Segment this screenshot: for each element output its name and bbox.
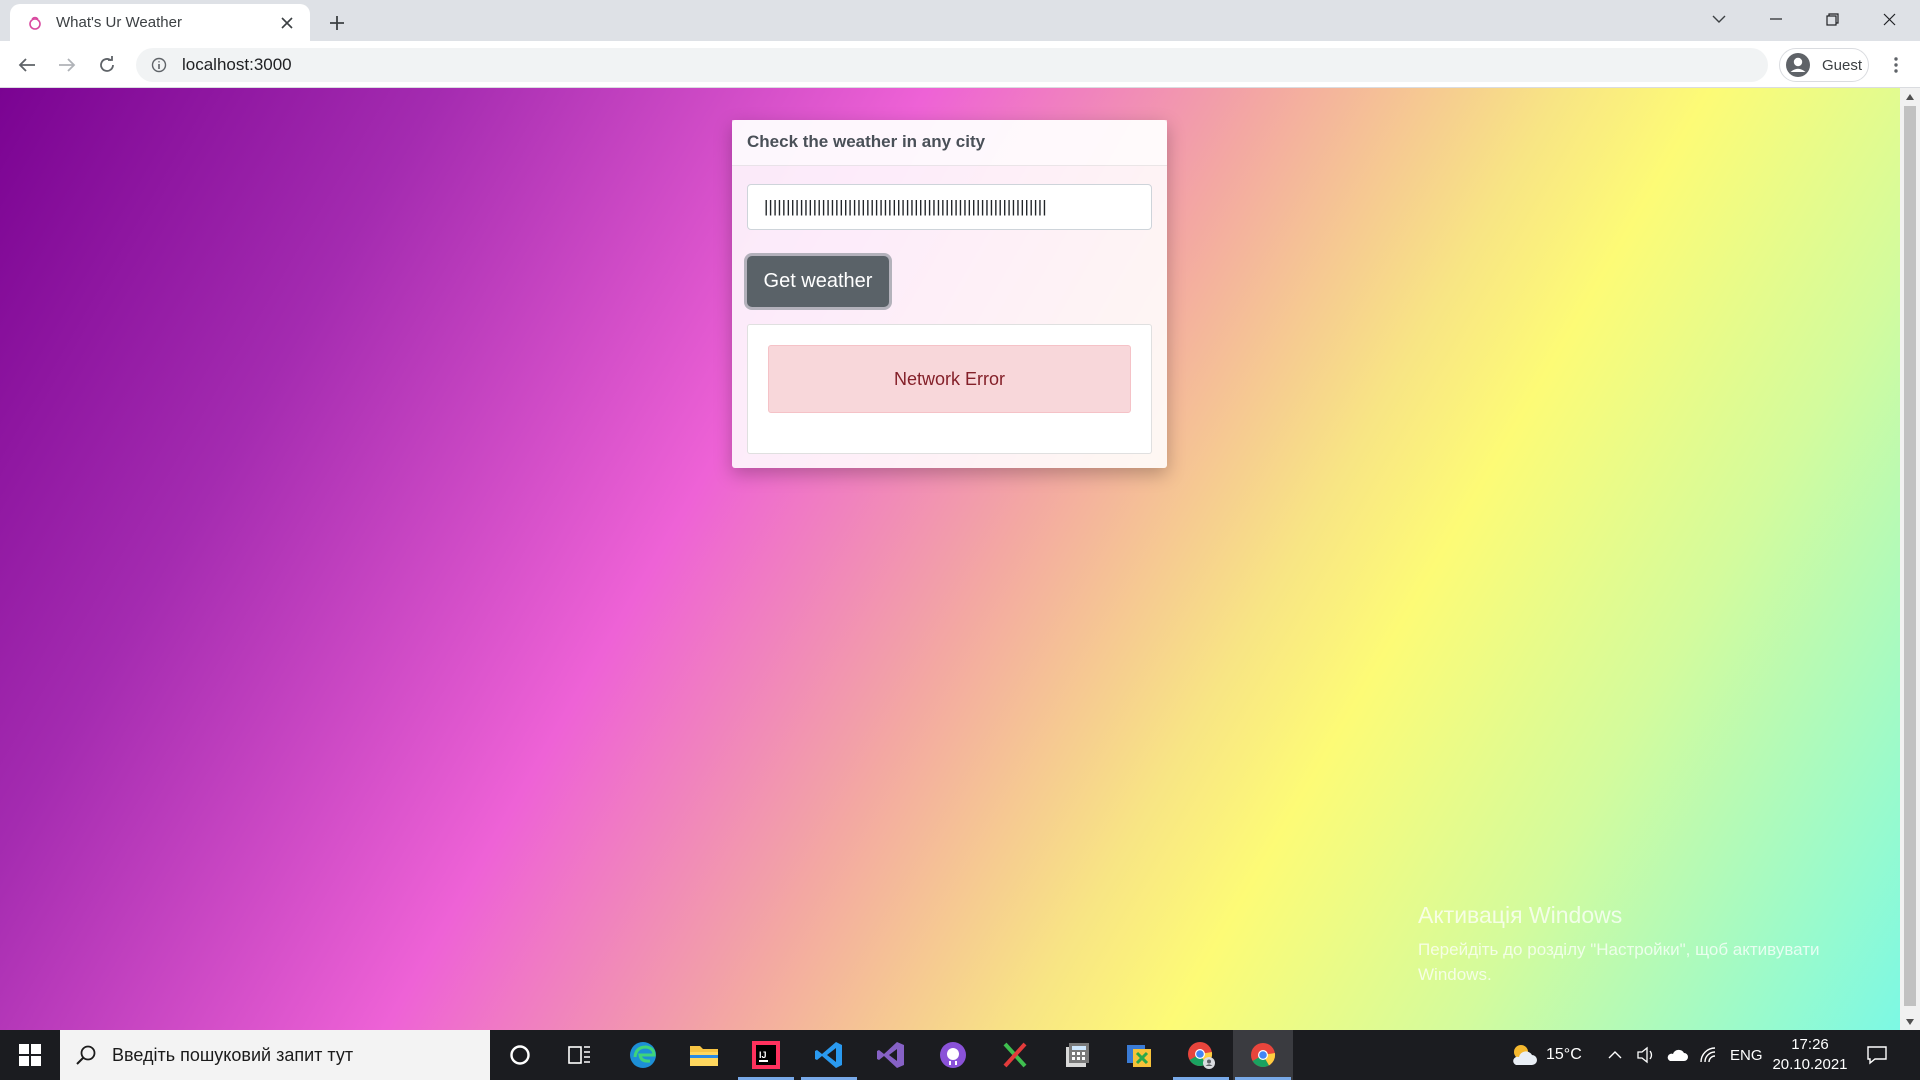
error-alert: Network Error — [768, 345, 1131, 413]
taskbar-search[interactable]: Введіть пошуковий запит тут — [60, 1030, 490, 1080]
minimize-button[interactable] — [1747, 0, 1804, 38]
tab-close-icon[interactable] — [276, 12, 298, 34]
task-view-icon[interactable] — [550, 1030, 610, 1080]
intellij-icon[interactable]: IJ — [736, 1030, 796, 1080]
chrome-guest-icon[interactable] — [1171, 1030, 1231, 1080]
windows-taskbar: Введіть пошуковий запит тут IJ 15°C ENG … — [0, 1030, 1920, 1080]
page-scrollbar[interactable] — [1900, 88, 1920, 1030]
show-hidden-icons-icon[interactable] — [1608, 1030, 1622, 1080]
svg-text:IJ: IJ — [759, 1050, 767, 1060]
browser-toolbar: localhost:3000 Guest — [0, 41, 1920, 88]
browser-tab[interactable]: What's Ur Weather — [10, 4, 310, 41]
profile-button[interactable]: Guest — [1779, 48, 1869, 82]
weather-card: Check the weather in any city ||||||||||… — [732, 120, 1167, 468]
scroll-up-icon[interactable] — [1900, 88, 1920, 105]
calculator-icon[interactable] — [1047, 1030, 1107, 1080]
cortana-icon[interactable] — [490, 1030, 550, 1080]
forward-button[interactable] — [51, 49, 83, 81]
tab-favicon-icon — [26, 14, 44, 32]
tab-search-icon[interactable] — [1690, 0, 1747, 38]
search-placeholder: Введіть пошуковий запит тут — [112, 1044, 354, 1065]
scroll-down-icon[interactable] — [1900, 1013, 1920, 1030]
back-button[interactable] — [11, 49, 43, 81]
search-icon — [74, 1043, 98, 1067]
windows-activation-watermark: Активація Windows Перейдіть до розділу "… — [1418, 902, 1858, 987]
start-button[interactable] — [0, 1030, 60, 1080]
language-label: ENG — [1730, 1046, 1763, 1064]
github-desktop-icon[interactable] — [923, 1030, 983, 1080]
notifications-icon[interactable] — [1866, 1030, 1888, 1080]
reload-button[interactable] — [91, 49, 123, 81]
clock-time: 17:26 — [1791, 1036, 1829, 1053]
edge-icon[interactable] — [613, 1030, 673, 1080]
weather-widget[interactable]: 15°C — [1510, 1030, 1582, 1080]
volume-icon[interactable] — [1636, 1030, 1656, 1080]
browser-menu-icon[interactable] — [1880, 49, 1912, 81]
onedrive-icon[interactable] — [1666, 1030, 1688, 1080]
url-text: localhost:3000 — [182, 55, 292, 74]
result-panel: Network Error — [747, 324, 1152, 454]
profile-avatar-icon — [1784, 51, 1812, 79]
language-indicator[interactable]: ENG — [1730, 1030, 1763, 1080]
city-input[interactable]: ||||||||||||||||||||||||||||||||||||||||… — [747, 184, 1152, 230]
taskbar-clock[interactable]: 17:26 20.10.2021 — [1760, 1035, 1860, 1075]
new-tab-button[interactable] — [322, 8, 352, 38]
restore-button[interactable] — [1804, 0, 1861, 38]
weather-cloud-icon — [1510, 1043, 1538, 1067]
chrome-icon[interactable] — [1233, 1030, 1293, 1080]
site-info-icon[interactable] — [150, 56, 168, 74]
vscode-icon[interactable] — [799, 1030, 859, 1080]
scrollbar-thumb[interactable] — [1904, 106, 1916, 1006]
network-icon[interactable] — [1699, 1030, 1717, 1080]
card-title: Check the weather in any city — [732, 120, 1167, 166]
profile-label: Guest — [1822, 56, 1863, 74]
clock-date: 20.10.2021 — [1772, 1056, 1848, 1073]
get-weather-button[interactable]: Get weather — [747, 256, 889, 307]
tab-title: What's Ur Weather — [56, 14, 182, 31]
browser-titlebar: What's Ur Weather — [0, 0, 1920, 41]
activation-title: Активація Windows — [1418, 902, 1623, 928]
fiddler-icon[interactable] — [1109, 1030, 1169, 1080]
xmind-icon[interactable] — [985, 1030, 1045, 1080]
close-window-button[interactable] — [1861, 0, 1918, 38]
visual-studio-icon[interactable] — [861, 1030, 921, 1080]
address-bar[interactable]: localhost:3000 — [136, 48, 1768, 82]
activation-text: Перейдіть до розділу "Настройки", щоб ак… — [1418, 940, 1820, 984]
page-viewport: Check the weather in any city ||||||||||… — [0, 88, 1900, 1030]
weather-temperature: 15°C — [1546, 1046, 1582, 1063]
file-explorer-icon[interactable] — [674, 1030, 734, 1080]
